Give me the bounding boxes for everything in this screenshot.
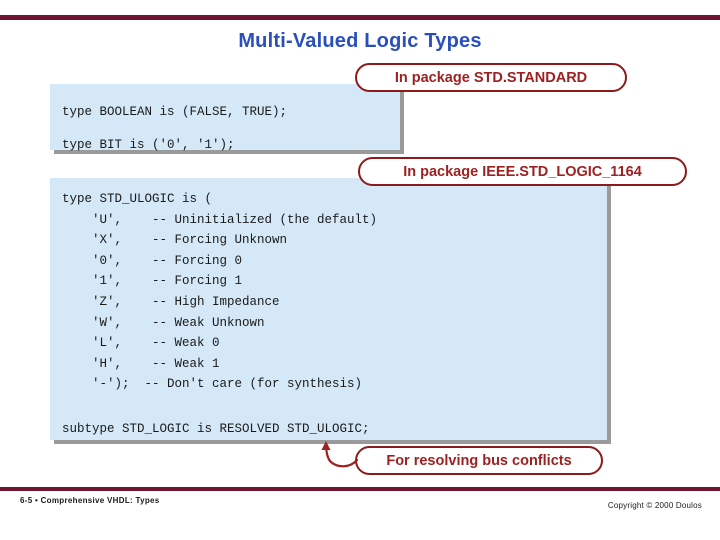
top-accent-rule bbox=[0, 15, 720, 20]
callout-in-package-std-standard: In package STD.STANDARD bbox=[355, 63, 627, 92]
curved-arrow-path bbox=[324, 444, 359, 468]
slide-canvas: Multi-Valued Logic Types type BOOLEAN is… bbox=[0, 0, 720, 540]
code-block-std-standard: type BOOLEAN is (FALSE, TRUE); type BIT … bbox=[50, 84, 400, 152]
curved-arrow-icon bbox=[321, 441, 359, 468]
callout-label-resolving: For resolving bus conflicts bbox=[386, 452, 572, 469]
callout-label-ieee: In package IEEE.STD_LOGIC_1164 bbox=[403, 163, 642, 180]
footer-copyright: Copyright © 2000 Doulos bbox=[607, 501, 702, 510]
footer-accent-rule bbox=[0, 487, 720, 491]
callout-for-resolving-bus-conflicts: For resolving bus conflicts bbox=[355, 446, 603, 475]
page-title: Multi-Valued Logic Types bbox=[238, 30, 482, 52]
footer-slide-reference: 6-5 • Comprehensive VHDL: Types bbox=[20, 496, 160, 505]
callout-in-package-ieee-std-logic-1164: In package IEEE.STD_LOGIC_1164 bbox=[358, 157, 687, 186]
code-block-std-logic-1164: type STD_ULOGIC is ( 'U', -- Uninitializ… bbox=[50, 178, 607, 440]
code-text-std-standard: type BOOLEAN is (FALSE, TRUE); type BIT … bbox=[62, 105, 288, 152]
curved-arrow-head bbox=[321, 441, 331, 450]
callout-label-std-standard: In package STD.STANDARD bbox=[394, 69, 588, 86]
code-text-std-ulogic: type STD_ULOGIC is ( 'U', -- Uninitializ… bbox=[62, 192, 378, 392]
